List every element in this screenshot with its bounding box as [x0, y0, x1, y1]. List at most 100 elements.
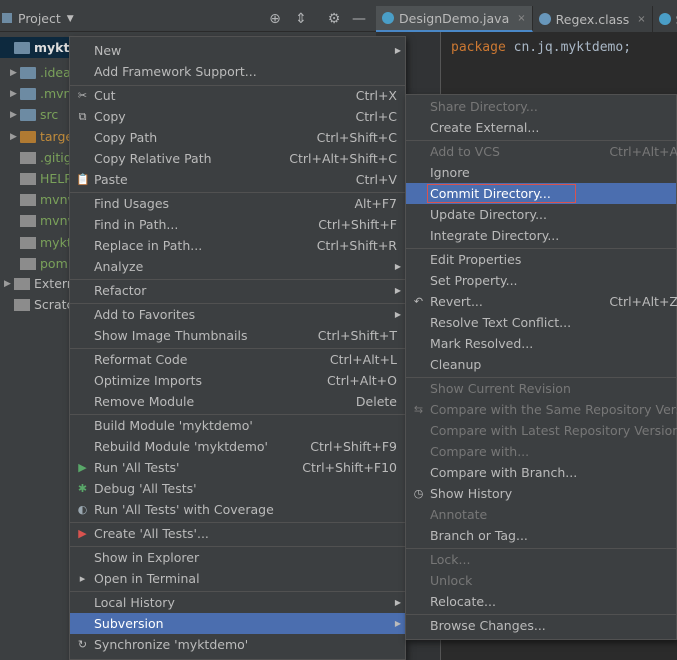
- show-history-icon: ◷: [413, 487, 424, 500]
- code-package-name: cn.jq.myktdemo;: [505, 40, 632, 55]
- menu-item-add-to-favorites[interactable]: Add to Favorites ▶: [70, 304, 405, 325]
- expand-arrow-icon[interactable]: ▶: [4, 279, 14, 289]
- menu-item-cleanup[interactable]: Cleanup: [406, 354, 676, 375]
- menu-item-label: Refactor: [94, 283, 147, 298]
- tab-designdemo[interactable]: DesignDemo.java ×: [376, 6, 533, 32]
- chevron-down-icon[interactable]: ▼: [67, 14, 74, 24]
- menu-item-local-history[interactable]: Local History ▶: [70, 592, 405, 613]
- copy-icon: ⧉: [78, 110, 87, 123]
- project-panel-header: Project ▼ ⊕ ⇕ ⚙ —: [0, 6, 376, 32]
- menu-item-label: Subversion: [94, 616, 164, 631]
- menu-item-label: Unlock: [430, 573, 473, 588]
- menu-item-shortcut: Ctrl+Shift+F10: [302, 460, 397, 475]
- menu-item-shortcut: Ctrl+Shift+T: [317, 328, 397, 343]
- menu-item-compare-with: Compare with...: [406, 441, 676, 462]
- menu-item-copy-relative-path[interactable]: Copy Relative Path Ctrl+Alt+Shift+C: [70, 148, 405, 169]
- menu-item-rebuild-module-myktdemo[interactable]: Rebuild Module 'myktdemo' Ctrl+Shift+F9: [70, 436, 405, 457]
- menu-item-run-all-tests-with-coverage[interactable]: ◐ Run 'All Tests' with Coverage: [70, 499, 405, 520]
- menu-item-label: Show Image Thumbnails: [94, 328, 248, 343]
- menu-item-browse-changes[interactable]: Browse Changes...: [406, 615, 676, 636]
- menu-item-find-usages[interactable]: Find Usages Alt+F7: [70, 193, 405, 214]
- menu-item-label: Find Usages: [94, 196, 170, 211]
- code-line[interactable]: package cn.jq.myktdemo;: [451, 40, 631, 55]
- collapse-all-icon[interactable]: ⇕: [292, 10, 310, 28]
- menu-item-commit-directory[interactable]: Commit Directory...: [406, 183, 676, 204]
- expand-arrow-icon[interactable]: ▶: [10, 110, 20, 120]
- menu-item-label: Commit Directory...: [427, 184, 576, 203]
- menu-item-label: Show Current Revision: [430, 381, 571, 396]
- menu-item-show-history[interactable]: ◷ Show History: [406, 483, 676, 504]
- expand-arrow-icon[interactable]: ▶: [10, 89, 20, 99]
- menu-item-shortcut: Ctrl+V: [355, 172, 397, 187]
- menu-item-analyze[interactable]: Analyze ▶: [70, 256, 405, 277]
- debug-all-tests-icon: ✱: [77, 482, 88, 495]
- menu-item-annotate: Annotate: [406, 504, 676, 525]
- menu-item-new[interactable]: New ▶: [70, 40, 405, 61]
- project-context-menu: New ▶ Add Framework Support... ✂ Cut Ctrl+X ⧉ C…: [69, 36, 406, 660]
- menu-item-label: Local History: [94, 595, 175, 610]
- menu-item-optimize-imports[interactable]: Optimize Imports Ctrl+Alt+O: [70, 370, 405, 391]
- close-icon[interactable]: ×: [637, 14, 645, 25]
- submenu-arrow-icon: ▶: [394, 262, 401, 271]
- menu-item-set-property[interactable]: Set Property...: [406, 270, 676, 291]
- menu-item-revert[interactable]: ↶ Revert... Ctrl+Alt+Z: [406, 291, 677, 312]
- menu-item-shortcut: Ctrl+Alt+L: [329, 352, 397, 367]
- menu-item-show-image-thumbnails[interactable]: Show Image Thumbnails Ctrl+Shift+T: [70, 325, 405, 346]
- menu-item-add-framework-support[interactable]: Add Framework Support...: [70, 61, 405, 82]
- menu-item-replace-in-path[interactable]: Replace in Path... Ctrl+Shift+R: [70, 235, 405, 256]
- menu-item-find-in-path[interactable]: Find in Path... Ctrl+Shift+F: [70, 214, 405, 235]
- menu-item-shortcut: Ctrl+Alt+Z: [609, 294, 677, 309]
- menu-item-remove-module[interactable]: Remove Module Delete: [70, 391, 405, 412]
- menu-item-compare-with-branch[interactable]: Compare with Branch...: [406, 462, 676, 483]
- open-in-terminal-icon: ▸: [79, 572, 86, 585]
- menu-item-create-all-tests[interactable]: ▶ Create 'All Tests'...: [70, 523, 405, 544]
- create-all-tests-icon: ▶: [78, 527, 87, 540]
- menu-item-copy-path[interactable]: Copy Path Ctrl+Shift+C: [70, 127, 405, 148]
- menu-item-paste[interactable]: 📋 Paste Ctrl+V: [70, 169, 405, 190]
- menu-item-label: Show in Explorer: [94, 550, 200, 565]
- menu-item-relocate[interactable]: Relocate...: [406, 591, 676, 612]
- menu-item-refactor[interactable]: Refactor ▶: [70, 280, 405, 301]
- expand-arrow-icon[interactable]: ▶: [10, 132, 20, 142]
- menu-item-cut[interactable]: ✂ Cut Ctrl+X: [70, 85, 405, 106]
- menu-item-run-all-tests[interactable]: ▶ Run 'All Tests' Ctrl+Shift+F10: [70, 457, 405, 478]
- menu-item-reformat-code[interactable]: Reformat Code Ctrl+Alt+L: [70, 349, 405, 370]
- menu-item-shortcut: Ctrl+Alt+A: [609, 144, 677, 159]
- locate-icon[interactable]: ⊕: [266, 10, 284, 28]
- minimize-icon[interactable]: —: [350, 10, 368, 28]
- expand-arrow-icon[interactable]: ▶: [10, 68, 20, 78]
- menu-item-update-directory[interactable]: Update Directory...: [406, 204, 676, 225]
- menu-item-label: Build Module 'myktdemo': [94, 418, 253, 433]
- submenu-arrow-icon: ▶: [394, 310, 401, 319]
- menu-item-label: Optimize Imports: [94, 373, 203, 388]
- gear-icon[interactable]: ⚙: [325, 10, 343, 28]
- menu-item-build-module-myktdemo[interactable]: Build Module 'myktdemo': [70, 415, 405, 436]
- close-icon[interactable]: ×: [517, 13, 525, 24]
- menu-item-subversion[interactable]: Subversion ▶: [70, 613, 405, 634]
- run-all-tests-with-coverage-icon: ◐: [77, 503, 88, 516]
- tab-overflow[interactable]: S: [653, 6, 677, 32]
- project-panel-title[interactable]: Project: [18, 11, 61, 26]
- menu-item-open-in-terminal[interactable]: ▸ Open in Terminal: [70, 568, 405, 589]
- class-file-icon: [658, 13, 671, 25]
- editor-tab-bar: DesignDemo.java × Regex.class × S: [376, 6, 677, 32]
- menu-item-mark-resolved[interactable]: Mark Resolved...: [406, 333, 676, 354]
- menu-item-label: Rebuild Module 'myktdemo': [94, 439, 268, 454]
- menu-item-show-in-explorer[interactable]: Show in Explorer: [70, 547, 405, 568]
- menu-item-resolve-text-conflict[interactable]: Resolve Text Conflict...: [406, 312, 676, 333]
- tab-label: DesignDemo.java: [399, 10, 510, 26]
- tab-regex[interactable]: Regex.class ×: [533, 6, 653, 32]
- menu-item-ignore[interactable]: Ignore: [406, 162, 676, 183]
- menu-item-synchronize-myktdemo[interactable]: ↻ Synchronize 'myktdemo': [70, 634, 405, 655]
- menu-item-copy[interactable]: ⧉ Copy Ctrl+C: [70, 106, 405, 127]
- menu-item-create-external[interactable]: Create External...: [406, 117, 676, 138]
- menu-item-label: Create External...: [430, 120, 540, 135]
- menu-item-label: New: [94, 43, 122, 58]
- menu-item-branch-or-tag[interactable]: Branch or Tag...: [406, 525, 676, 546]
- menu-item-edit-properties[interactable]: Edit Properties: [406, 249, 676, 270]
- folder-icon: [20, 87, 36, 100]
- synchronize-myktdemo-icon: ↻: [77, 638, 88, 651]
- menu-item-label: Compare with Latest Repository Version: [430, 423, 677, 438]
- menu-item-debug-all-tests[interactable]: ✱ Debug 'All Tests': [70, 478, 405, 499]
- menu-item-integrate-directory[interactable]: Integrate Directory...: [406, 225, 676, 246]
